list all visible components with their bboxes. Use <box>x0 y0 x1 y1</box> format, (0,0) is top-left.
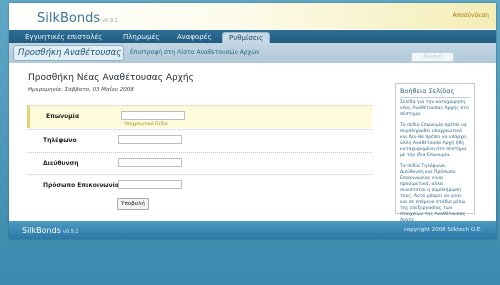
name-field[interactable] <box>121 111 185 120</box>
name-label: Επωνυμία <box>46 113 80 120</box>
back-to-list-link[interactable]: Επιστροφή στη Λίστα Αναθετουσών Αρχών <box>130 49 259 56</box>
footer-brand: SilkBonds v0.9.2 <box>22 226 79 235</box>
help-panel: Βοήθεια Σελίδας Σελίδα για την καταχώρησ… <box>395 83 475 223</box>
version-label: v0.9.2 <box>102 18 118 24</box>
address-label: Διεύθυνση <box>43 160 79 167</box>
form-row-phone: Τηλέφωνο <box>27 129 372 152</box>
submit-button[interactable]: Υποβολή <box>117 198 149 210</box>
footer-version: v0.9.2 <box>62 229 79 235</box>
app-window: SilkBonds v0.9.2 Αποσύνδεση Εγγυητικές επ… <box>9 3 496 239</box>
brand-name: SilkBonds <box>37 11 101 26</box>
logout-link[interactable]: Αποσύνδεση <box>452 12 489 19</box>
phone-label: Τηλέφωνο <box>43 137 77 144</box>
copyright-text: copyright 2008 Silktech O.E. <box>403 227 482 233</box>
help-paragraph: Σελίδα για την καταχώρηση νέας Αναθέτουσ… <box>400 100 469 117</box>
required-hint: Υποχρεωτικό Πεδίο <box>124 122 168 127</box>
header: SilkBonds v0.9.2 Αποσύνδεση <box>9 3 496 29</box>
page-date: Ημερομηνία: Σάββατο, 03 Μαΐου 2008 <box>28 87 134 93</box>
footer: SilkBonds v0.9.2 copyright 2008 Silktech … <box>9 221 496 239</box>
contact-person-field[interactable] <box>118 180 182 189</box>
address-field[interactable] <box>118 158 182 167</box>
nav-item-settings[interactable]: Ρυθμίσεις <box>222 32 271 43</box>
help-paragraph: Τα πεδία Τηλέφωνο, Διεύθυνση και Πρόσωπο… <box>400 164 466 223</box>
phone-field[interactable] <box>118 135 182 144</box>
nav-item-reports[interactable]: Αναφορές <box>171 32 218 43</box>
footer-brand-name: SilkBonds <box>22 226 61 235</box>
form-row-address: Διεύθυνση <box>27 152 372 175</box>
form-row-name: Επωνυμία Υποχρεωτικό Πεδίο <box>27 105 372 128</box>
tab-add-authority[interactable]: Προσθήκη Αναθέτουσας <box>13 45 124 61</box>
help-title: Βοήθεια Σελίδας <box>400 87 470 98</box>
content-area: Προσθήκη Νέας Αναθέτουσας Αρχής Ημερομην… <box>9 63 496 223</box>
contact-person-label: Πρόσωπο Επικοινωνίας <box>43 182 123 189</box>
page-title: Προσθήκη Νέας Αναθέτουσας Αρχής <box>28 73 194 83</box>
form-row-contact: Πρόσωπο Επικοινωνίας <box>27 174 372 197</box>
sub-nav: Προσθήκη Αναθέτουσας Επιστροφή στη Λίστα… <box>9 43 496 63</box>
app-logo: SilkBonds v0.9.2 <box>37 11 118 26</box>
nav-item-guarantee-letters[interactable]: Εγγυητικές επιστολές <box>19 32 108 43</box>
main-nav: Εγγυητικές επιστολές Πληρωμές Αναφορές Ρ… <box>9 30 496 43</box>
change-button[interactable]: Αλλαγή <box>411 52 454 62</box>
nav-item-payments[interactable]: Πληρωμές <box>117 32 166 43</box>
help-paragraph: Το πεδίο Επωνυμία πρέπει να συμπληρωθεί … <box>400 123 467 158</box>
